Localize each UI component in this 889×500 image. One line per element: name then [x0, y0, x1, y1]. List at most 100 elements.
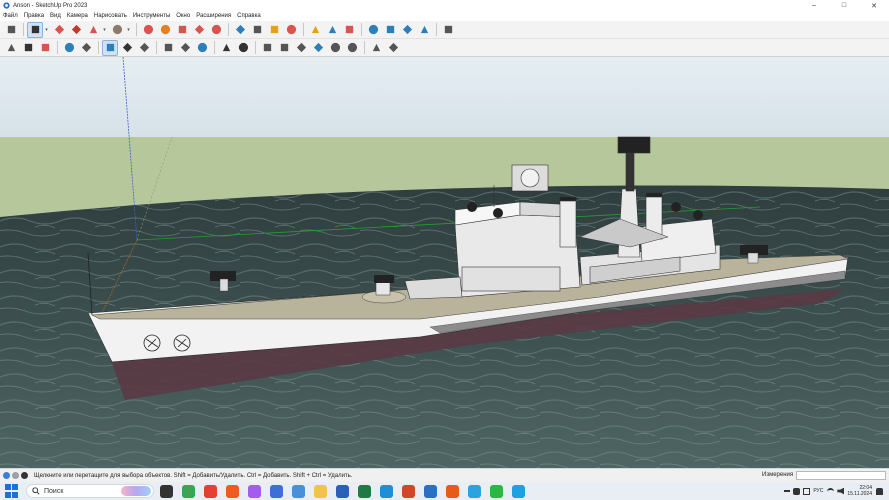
notifications-icon[interactable] [876, 487, 883, 495]
components-tool-button[interactable] [78, 40, 94, 56]
back-view-tool-button[interactable] [327, 40, 343, 56]
cloud-share-tool-button[interactable] [368, 40, 384, 56]
menu-window[interactable]: Окно [176, 13, 190, 19]
model-viewport[interactable] [0, 57, 889, 468]
top-view-tool-button[interactable] [276, 40, 292, 56]
skype-icon[interactable] [512, 484, 525, 498]
excel-icon[interactable] [358, 484, 371, 498]
wifi-icon[interactable] [827, 487, 835, 495]
solid-tools-tool-button[interactable] [416, 22, 432, 38]
volume-icon[interactable] [837, 487, 845, 495]
menu-file[interactable]: Файл [3, 13, 18, 19]
cloud-sync-tool-button[interactable] [385, 40, 401, 56]
image-app-icon[interactable] [270, 484, 283, 498]
geo-location-icon[interactable] [12, 472, 19, 479]
iso-view-tool-button[interactable] [259, 40, 275, 56]
pan-tool-button[interactable] [307, 22, 323, 38]
chrome-icon[interactable] [204, 484, 217, 498]
menu-extensions[interactable]: Расширения [196, 13, 231, 19]
paint-bucket-tool-button[interactable] [266, 22, 282, 38]
back-edges-tool-button[interactable] [119, 40, 135, 56]
task-view-icon[interactable] [160, 484, 173, 498]
menu-help[interactable]: Справка [237, 13, 261, 19]
menu-camera[interactable]: Камера [67, 13, 88, 19]
toolbar-separator [361, 23, 362, 36]
menu-tools[interactable]: Инструменты [133, 13, 170, 19]
rotate-tool-button[interactable] [191, 22, 207, 38]
dimension-tool-button[interactable] [235, 40, 251, 56]
push-pull-tool-button[interactable] [140, 22, 156, 38]
close-button[interactable]: ✕ [859, 0, 889, 11]
clock[interactable]: 22:04 15.11.2024 [847, 485, 872, 497]
select-arrow-tool-button[interactable] [27, 21, 43, 38]
materials-icon [64, 42, 74, 53]
firefox-icon[interactable] [446, 484, 459, 498]
maximize-button[interactable]: □ [829, 0, 859, 11]
info-icon[interactable] [3, 472, 10, 479]
measurements-input[interactable] [796, 471, 886, 480]
green-app-icon[interactable] [182, 484, 195, 498]
arc-tool-button[interactable] [85, 22, 101, 38]
zoom-extents-tool-button[interactable] [341, 22, 357, 38]
follow-me-tool-button[interactable] [157, 22, 173, 38]
menu-view[interactable]: Вид [50, 13, 61, 19]
cloud-upload-tool-button[interactable] [160, 40, 176, 56]
open-folder-tool-button[interactable] [3, 40, 19, 56]
dropdown-arrow-icon[interactable]: ▾ [44, 22, 49, 38]
offset-tool-button[interactable] [232, 22, 248, 38]
user-account-tool-button[interactable] [440, 22, 456, 38]
minimize-button[interactable]: – [799, 0, 829, 11]
file-explorer-icon[interactable] [314, 484, 327, 498]
section-fill-tool-button[interactable] [382, 22, 398, 38]
gear-tool-button[interactable] [20, 40, 36, 56]
scene-canvas[interactable] [0, 57, 889, 468]
windows-start-button[interactable] [5, 484, 19, 498]
whatsapp-icon[interactable] [490, 484, 503, 498]
menu-draw[interactable]: Нарисовать [94, 13, 127, 19]
user-account-icon [444, 25, 452, 34]
offset-icon [235, 24, 245, 35]
orbit-tool-button[interactable] [283, 22, 299, 38]
left-view-tool-button[interactable] [344, 40, 360, 56]
brave-icon[interactable] [226, 484, 239, 498]
zoom-tool-button[interactable] [3, 22, 19, 38]
no-entry-tool-button[interactable] [37, 40, 53, 56]
scale-tool-button[interactable] [208, 22, 224, 38]
media-app-icon[interactable] [248, 484, 261, 498]
menu-edit[interactable]: Правка [24, 13, 44, 19]
dropdown-arrow-icon[interactable]: ▾ [126, 22, 131, 38]
eraser-tool-button[interactable] [51, 22, 67, 38]
tray-expand-icon[interactable] [784, 490, 791, 492]
front-view-tool-button[interactable] [293, 40, 309, 56]
toolbar-separator [23, 23, 24, 36]
edge-icon[interactable] [380, 484, 393, 498]
xray-tool-button[interactable] [102, 39, 118, 56]
powerpoint-icon[interactable] [402, 484, 415, 498]
section-plane-tool-button[interactable] [365, 22, 381, 38]
sketchup-logo-icon [3, 2, 10, 9]
language-indicator[interactable]: РУС [813, 488, 823, 494]
taskbar-search[interactable]: Поиск [26, 484, 154, 498]
pencil-tool-button[interactable] [68, 22, 84, 38]
zoom-window-tool-button[interactable] [324, 22, 340, 38]
tray-app-icon[interactable] [793, 487, 801, 495]
warehouse-tool-button[interactable] [194, 40, 210, 56]
layers-tool-button[interactable] [399, 22, 415, 38]
word-icon[interactable] [336, 484, 349, 498]
materials-tool-button[interactable] [61, 40, 77, 56]
cloud-download-tool-button[interactable] [177, 40, 193, 56]
tape-measure-tool-button[interactable] [249, 22, 265, 38]
toolbar-separator [156, 41, 157, 54]
sketchup-taskbar-icon[interactable] [424, 484, 437, 498]
dot-tool-button[interactable] [218, 40, 234, 56]
telegram-icon[interactable] [468, 484, 481, 498]
help-icon[interactable] [21, 472, 28, 479]
rectangle-tool-button[interactable] [109, 22, 125, 38]
shaded-tool-button[interactable] [136, 40, 152, 56]
move-tool-button[interactable] [174, 22, 190, 38]
front-view-icon [296, 42, 306, 53]
dropdown-arrow-icon[interactable]: ▾ [102, 22, 107, 38]
sketch-app-icon[interactable] [292, 484, 305, 498]
right-view-tool-button[interactable] [310, 40, 326, 56]
battery-icon[interactable] [803, 487, 811, 495]
